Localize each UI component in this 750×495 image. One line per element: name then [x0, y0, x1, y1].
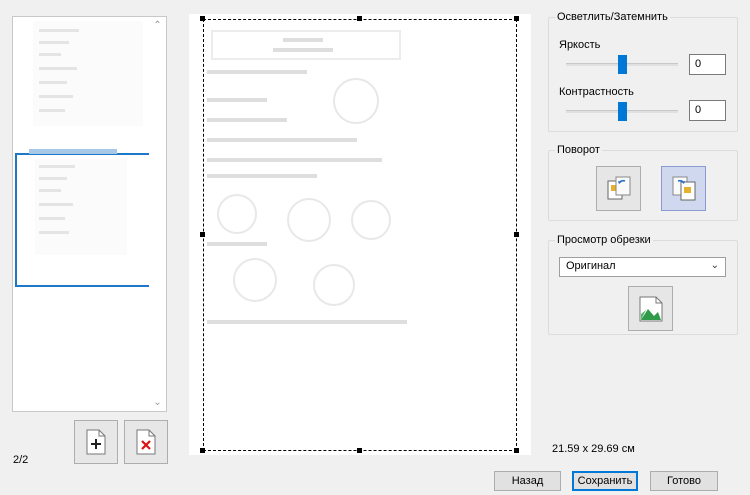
contrast-slider-thumb[interactable] — [618, 102, 627, 121]
thumbnail-selection-bar — [29, 149, 117, 154]
rotate-right-icon — [672, 176, 695, 200]
add-page-button[interactable] — [74, 420, 118, 464]
thumbnail-page-image — [35, 159, 127, 255]
back-button[interactable]: Назад — [494, 471, 561, 491]
contrast-label: Контрастность — [559, 86, 634, 98]
rotate-left-button[interactable] — [596, 166, 641, 211]
crop-handle-bottom[interactable] — [357, 448, 362, 453]
crop-handle-top-right[interactable] — [514, 16, 519, 21]
crop-handle-left[interactable] — [200, 232, 205, 237]
save-button[interactable]: Сохранить — [572, 471, 638, 491]
add-page-icon — [86, 429, 106, 455]
thumbnail-page-2[interactable] — [15, 149, 151, 287]
rotate-left-icon — [607, 176, 630, 199]
scroll-down-icon[interactable]: ⌄ — [149, 394, 166, 411]
delete-page-button[interactable] — [124, 420, 168, 464]
rotation-group: Поворот — [548, 144, 738, 221]
page-counter: 2/2 — [13, 454, 29, 466]
page-size-readout: 21.59 x 29.69 см — [552, 443, 635, 455]
crop-handle-top[interactable] — [357, 16, 362, 21]
done-button[interactable]: Готово — [650, 471, 718, 491]
brightness-slider-thumb[interactable] — [618, 55, 627, 74]
contrast-input[interactable]: 0 — [689, 100, 726, 121]
delete-page-icon — [136, 429, 156, 455]
thumbnail-list[interactable]: ⌃ ⌄ — [12, 16, 167, 412]
rotation-group-title: Поворот — [555, 144, 602, 156]
crop-mode-value: Оригинал — [566, 260, 616, 272]
thumbnail-page-1[interactable] — [33, 21, 143, 126]
image-landscape-icon — [639, 296, 662, 321]
brightness-input[interactable]: 0 — [689, 54, 726, 75]
crop-mode-select[interactable]: Оригинал ⌄ — [559, 257, 726, 277]
thumbnail-page-image — [33, 21, 143, 126]
crop-handle-top-left[interactable] — [200, 16, 205, 21]
crop-frame[interactable] — [203, 19, 517, 451]
crop-preview-button[interactable] — [628, 286, 673, 331]
crop-handle-right[interactable] — [514, 232, 519, 237]
brightness-group-title: Осветлить/Затемнить — [555, 11, 670, 23]
crop-handle-bottom-right[interactable] — [514, 448, 519, 453]
brightness-label: Яркость — [559, 39, 601, 51]
thumbnail-scrollbar[interactable]: ⌃ ⌄ — [149, 17, 166, 411]
rotate-right-button[interactable] — [661, 166, 706, 211]
scroll-up-icon[interactable]: ⌃ — [149, 17, 166, 34]
crop-handle-bottom-left[interactable] — [200, 448, 205, 453]
crop-group-title: Просмотр обрезки — [555, 234, 653, 246]
chevron-down-icon: ⌄ — [710, 260, 719, 271]
